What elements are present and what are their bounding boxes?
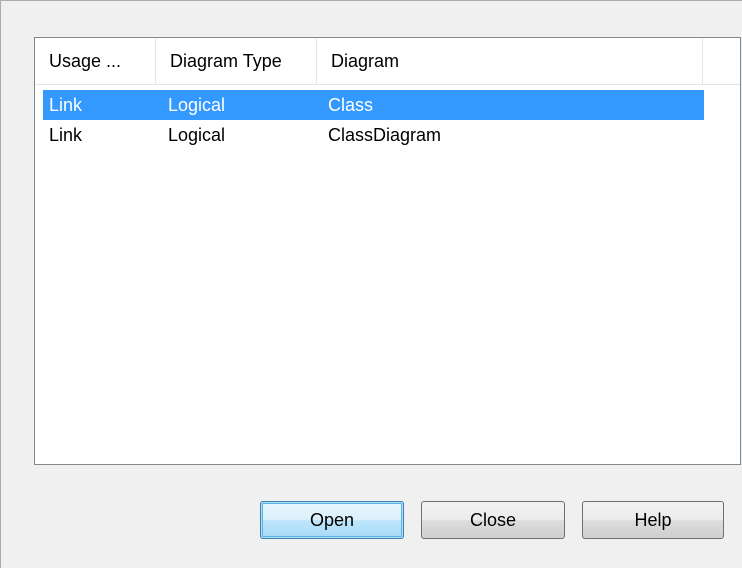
column-header-filler bbox=[703, 38, 740, 84]
close-button[interactable]: Close bbox=[421, 501, 565, 539]
diagram-usage-dialog: Usage ... Diagram Type Diagram Link Logi… bbox=[0, 0, 742, 568]
cell-usage: Link bbox=[49, 95, 83, 115]
column-header-usage[interactable]: Usage ... bbox=[35, 38, 156, 84]
list-row[interactable]: Link Logical Class bbox=[43, 90, 704, 120]
open-button[interactable]: Open bbox=[260, 501, 404, 539]
cell-diagram: Class bbox=[328, 95, 374, 115]
cell-usage: Link bbox=[49, 125, 83, 145]
column-header-diagram-type[interactable]: Diagram Type bbox=[156, 38, 317, 84]
column-header-diagram[interactable]: Diagram bbox=[317, 38, 703, 84]
cell-diagram-type: Logical bbox=[168, 95, 226, 115]
list-header: Usage ... Diagram Type Diagram bbox=[35, 38, 740, 85]
cell-diagram-type: Logical bbox=[168, 125, 226, 145]
diagram-usage-list[interactable]: Usage ... Diagram Type Diagram Link Logi… bbox=[34, 37, 741, 465]
cell-diagram: ClassDiagram bbox=[328, 125, 442, 145]
help-button[interactable]: Help bbox=[582, 501, 724, 539]
list-row[interactable]: Link Logical ClassDiagram bbox=[43, 120, 704, 150]
